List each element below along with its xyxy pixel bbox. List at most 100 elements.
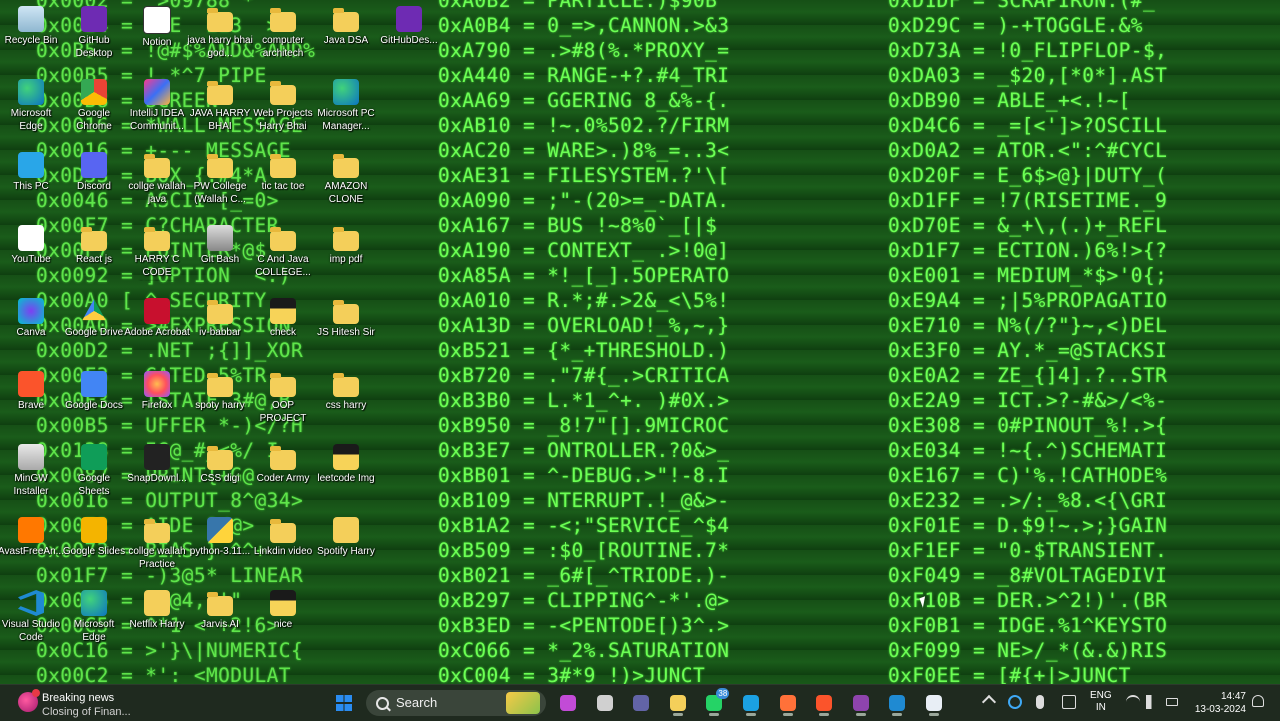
battery-icon[interactable] <box>1166 698 1178 706</box>
sync-icon[interactable] <box>1008 695 1022 709</box>
taskbar-app[interactable] <box>847 689 875 717</box>
desktop-icon[interactable]: Firefox <box>124 367 190 439</box>
desktop-icon[interactable]: Git Bash <box>187 221 253 293</box>
taskbar-app[interactable] <box>591 689 619 717</box>
language-indicator[interactable]: ENG IN <box>1090 690 1112 714</box>
discord-icon <box>81 152 107 178</box>
volume-icon[interactable] <box>1146 695 1160 709</box>
taskbar-app[interactable] <box>627 689 655 717</box>
desktop-icon[interactable]: imp pdf <box>313 221 379 293</box>
mingw-icon <box>18 444 44 470</box>
desktop-icon[interactable]: CSS digi <box>187 440 253 512</box>
desktop-icon-label: Coder Army <box>256 473 310 484</box>
desktop-icon[interactable]: Canva <box>0 294 64 366</box>
microphone-icon[interactable] <box>1036 695 1044 709</box>
language-line-2: IN <box>1095 702 1106 713</box>
desktop-icon[interactable]: collge wallah Practice <box>124 513 190 585</box>
desktop-icon[interactable]: React js <box>61 221 127 293</box>
desktop-icon[interactable]: Netflix Harry <box>124 586 190 658</box>
desktop-icon-label: MinGW Installer <box>13 473 49 497</box>
taskbar-app[interactable] <box>810 689 838 717</box>
wallpaper-text-line: 0xA010 = R.*;#.>2&_<\5%! <box>438 289 730 312</box>
desktop-icon[interactable]: HARRY C CODE NOTES <box>124 221 190 293</box>
desktop-icon[interactable]: Google Docs <box>61 367 127 439</box>
desktop-icon[interactable]: collge wallah java <box>124 148 190 220</box>
taskbar-app[interactable] <box>737 689 765 717</box>
keyboard-icon[interactable] <box>1062 695 1076 709</box>
desktop-icon-label: Microsoft Edge <box>10 108 52 132</box>
desktop-icon[interactable]: YouTube <box>0 221 64 293</box>
system-clock[interactable]: 14:47 13-03-2024 <box>1192 690 1246 716</box>
desktop-icon[interactable]: Google Chrome <box>61 75 127 147</box>
desktop-icon[interactable]: GitHub Desktop <box>61 2 127 74</box>
desktop-icon[interactable]: Google Drive <box>61 294 127 366</box>
wallpaper-text-line: 0xD4C6 = _=[<']>?OSCILL <box>888 114 1168 137</box>
chevron-up-icon[interactable] <box>981 694 997 710</box>
desktop-icon[interactable]: JAVA HARRY BHAI <box>187 75 253 147</box>
taskbar-app[interactable] <box>774 689 802 717</box>
desktop-icon[interactable]: MinGW Installer <box>0 440 64 512</box>
desktop-icon[interactable]: Visual Studio Code <box>0 586 64 658</box>
desktop-icon[interactable]: C And Java COLLEGE... <box>250 221 316 293</box>
desktop-icon-label: Netflix Harry <box>129 619 185 630</box>
notepad-icon <box>926 695 942 711</box>
desktop-icon[interactable]: iv-babbar <box>187 294 253 366</box>
desktop-icon[interactable]: AMAZON CLONE <box>313 148 379 220</box>
desktop-icon[interactable]: computer architech <box>250 2 316 74</box>
desktop-icon[interactable]: JS Hitesh Sir <box>313 294 379 366</box>
desktop-icon[interactable]: tic tac toe <box>250 148 316 220</box>
desktop-icon[interactable]: Recycle Bin <box>0 2 64 74</box>
desktop-icon[interactable]: Microsoft Edge <box>61 586 127 658</box>
taskbar-app[interactable] <box>664 689 692 717</box>
edge-icon <box>743 695 759 711</box>
desktop-icon[interactable]: PW College (Wallah C... <box>187 148 253 220</box>
taskbar-app[interactable]: 38 <box>700 688 730 717</box>
desktop-icon[interactable]: Brave <box>0 367 64 439</box>
taskbar-app[interactable] <box>554 689 582 717</box>
desktop-icon[interactable]: Microsoft Edge <box>0 75 64 147</box>
desktop-icon[interactable]: IntelliJ IDEA Communit... <box>124 75 190 147</box>
taskbar-app[interactable] <box>883 689 911 717</box>
desktop-icon[interactable]: Linkdin video <box>250 513 316 585</box>
desktop-icon-label: CSS digi <box>200 473 240 484</box>
desktop-icon[interactable]: Jarvis AI <box>187 586 253 658</box>
taskbar-search[interactable]: Search <box>366 690 546 716</box>
desktop-icon[interactable]: leetcode Img <box>313 440 379 512</box>
folder-icon <box>81 227 107 251</box>
desktop-icon[interactable]: java harry bhai god... <box>187 2 253 74</box>
wallpaper-text-line: 0xE167 = C)'%.!CATHODE% <box>888 464 1168 487</box>
desktop-icon[interactable]: Spotify Harry <box>313 513 379 585</box>
desktop-icon[interactable]: Discord <box>61 148 127 220</box>
notification-bell-icon[interactable] <box>1252 695 1264 707</box>
desktop-icon[interactable]: spoty harry <box>187 367 253 439</box>
desktop-icon-label: Notion <box>142 37 172 48</box>
wifi-icon[interactable] <box>1126 695 1140 709</box>
desktop-icon[interactable]: OOP PROJECT <box>250 367 316 439</box>
desktop-icon-label: Recycle Bin <box>4 35 58 46</box>
desktop-icon[interactable]: Google Sheets <box>61 440 127 512</box>
wallpaper-text-line: 0xF0EE = [#{+|>JUNCT <box>888 664 1131 684</box>
taskbar-app[interactable] <box>920 689 948 717</box>
desktop-icon[interactable]: AvastFreeAn... <box>0 513 64 585</box>
desktop-icon[interactable]: GitHubDes... <box>376 2 442 74</box>
desktop-icon-label: check <box>269 327 297 338</box>
desktop-icon[interactable]: nice <box>250 586 316 658</box>
desktop-icon[interactable]: Notion <box>124 2 190 74</box>
wallpaper-text-line: 0xB1A2 = -<;"SERVICE_^$4 <box>438 514 730 537</box>
desktop-icon[interactable]: Coder Army <box>250 440 316 512</box>
desktop-icon-label: Google Sheets <box>77 473 111 497</box>
desktop-icon[interactable]: Web Projects Harry Bhai <box>250 75 316 147</box>
desktop-icon[interactable]: check <box>250 294 316 366</box>
desktop-icon[interactable]: SnapDownl... <box>124 440 190 512</box>
desktop-icon[interactable]: Microsoft PC Manager... <box>313 75 379 147</box>
youtube-icon <box>18 225 44 251</box>
desktop-icon-label: nice <box>273 619 293 630</box>
desktop-icon[interactable]: css harry <box>313 367 379 439</box>
start-button[interactable] <box>330 689 358 717</box>
desktop-icon[interactable]: Adobe Acrobat <box>124 294 190 366</box>
desktop-icon[interactable]: Java DSA <box>313 2 379 74</box>
desktop-icon[interactable]: python-3.11... <box>187 513 253 585</box>
desktop-icon[interactable]: Google Slides <box>61 513 127 585</box>
wallpaper-text-line: 0xB109 = NTERRUPT.!_@&>- <box>438 489 730 512</box>
desktop-icon[interactable]: This PC <box>0 148 64 220</box>
